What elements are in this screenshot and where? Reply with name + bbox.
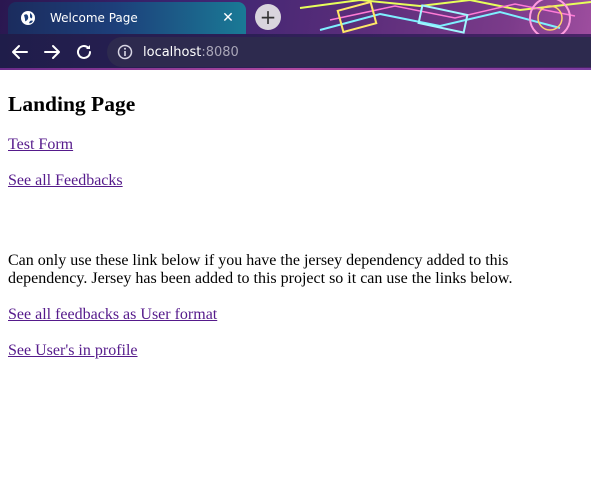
- address-bar[interactable]: localhost:8080: [107, 37, 591, 67]
- jersey-note: Can only use these link below if you hav…: [8, 252, 513, 287]
- link-paragraph: Test Form: [8, 136, 583, 154]
- info-icon[interactable]: [117, 44, 133, 60]
- link-paragraph: See User's in profile: [8, 342, 583, 360]
- page-title: Landing Page: [8, 92, 136, 116]
- test-form-link[interactable]: Test Form: [8, 136, 73, 153]
- users-in-profile-link[interactable]: See User's in profile: [8, 342, 138, 359]
- url-port: :8080: [201, 44, 239, 60]
- feedbacks-user-format-link[interactable]: See all feedbacks as User format: [8, 306, 217, 323]
- new-tab-button[interactable]: +: [255, 4, 281, 30]
- link-paragraph: See all Feedbacks: [8, 172, 583, 190]
- see-all-feedbacks-link[interactable]: See all Feedbacks: [8, 172, 123, 189]
- forward-arrow-icon: [44, 45, 60, 59]
- close-icon[interactable]: ✕: [220, 10, 236, 26]
- globe-icon: [20, 10, 36, 26]
- tab-title: Welcome Page: [50, 11, 138, 25]
- back-arrow-icon: [12, 45, 28, 59]
- page-content: Landing Page Test Form See all Feedbacks…: [0, 70, 591, 360]
- browser-toolbar: localhost:8080: [0, 34, 591, 70]
- browser-chrome: Welcome Page ✕ + localhost:8080: [0, 0, 591, 70]
- url-host: localhost: [143, 44, 202, 60]
- forward-button[interactable]: [38, 38, 66, 66]
- reload-button[interactable]: [70, 38, 98, 66]
- reload-icon: [77, 44, 91, 59]
- back-button[interactable]: [6, 38, 34, 66]
- link-paragraph: See all feedbacks as User format: [8, 306, 583, 324]
- plus-icon: +: [259, 5, 277, 29]
- browser-tab[interactable]: Welcome Page ✕: [8, 2, 246, 34]
